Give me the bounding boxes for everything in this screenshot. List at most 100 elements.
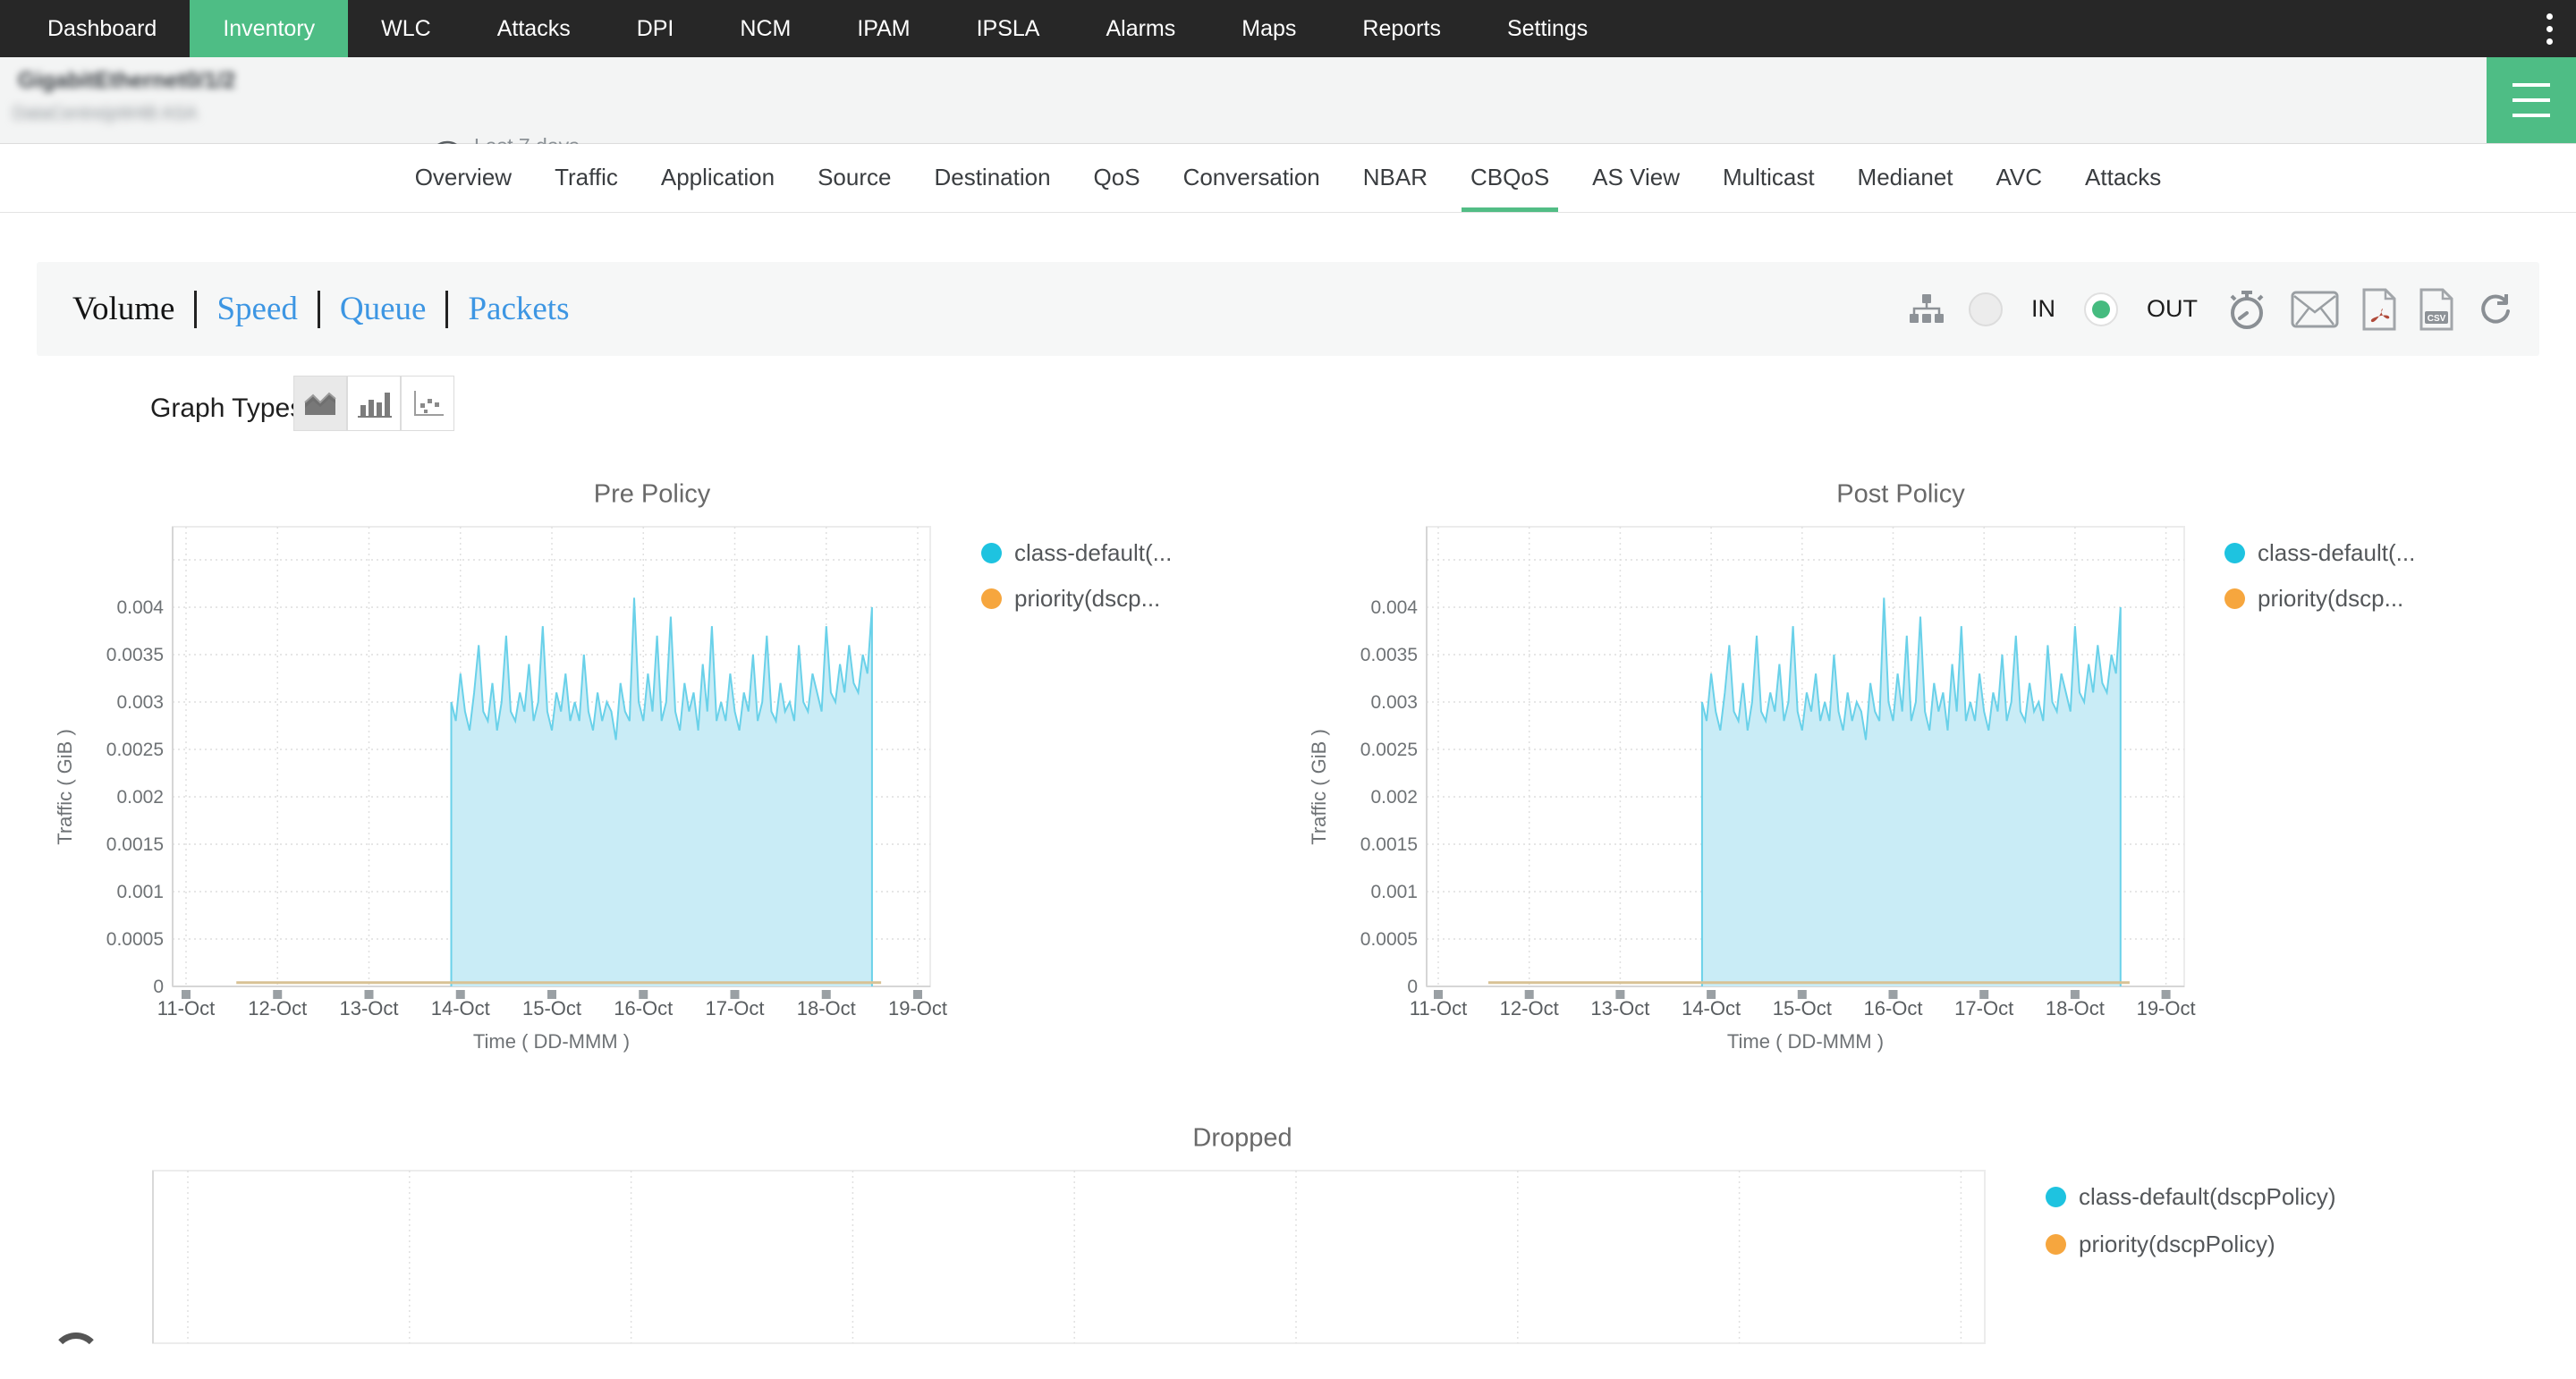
x-tick-marker	[365, 990, 374, 999]
x-tick-marker	[1707, 990, 1716, 999]
legend-item-dropped-priority[interactable]: priority(dscpPolicy)	[2046, 1231, 2275, 1258]
tab-destination[interactable]: Destination	[912, 144, 1072, 212]
y-axis-title: Traffic ( GiB )	[1308, 729, 1330, 845]
metric-link-queue[interactable]: Queue	[338, 290, 428, 328]
nav-item-ipam[interactable]: IPAM	[824, 0, 943, 57]
hamburger-menu-button[interactable]	[2487, 57, 2576, 143]
chart-title-post-policy: Post Policy	[1836, 480, 1964, 510]
direction-in-label: IN	[2031, 295, 2055, 323]
legend-dot	[981, 588, 1002, 609]
legend-item-pre-policy-priority[interactable]: priority(dscp...	[981, 585, 1160, 613]
nav-item-dashboard[interactable]: Dashboard	[14, 0, 190, 57]
nav-item-ncm[interactable]: NCM	[707, 0, 824, 57]
legend-dot	[2046, 1234, 2066, 1255]
graph-type-scatter-button[interactable]	[401, 376, 454, 431]
tab-conversation[interactable]: Conversation	[1162, 144, 1342, 212]
x-tick-marker	[1525, 990, 1534, 999]
chart-title-pre-policy: Pre Policy	[594, 480, 711, 510]
report-tabs: OverviewTrafficApplicationSourceDestinat…	[0, 144, 2576, 213]
legend-item-post-policy-priority[interactable]: priority(dscp...	[2224, 585, 2403, 613]
x-tick-marker	[1798, 990, 1807, 999]
email-icon[interactable]	[2291, 291, 2339, 328]
metric-separator	[194, 291, 197, 328]
metric-link-volume[interactable]: Volume	[71, 290, 176, 328]
metric-links: Volume Speed Queue Packets	[71, 262, 571, 356]
nav-item-ipsla[interactable]: IPSLA	[944, 0, 1073, 57]
nav-item-wlc[interactable]: WLC	[348, 0, 464, 57]
direction-out-radio[interactable]	[2084, 292, 2118, 326]
nav-item-settings[interactable]: Settings	[1474, 0, 1621, 57]
series-area-class-default	[452, 597, 872, 986]
x-tick-label: 14-Oct	[431, 997, 490, 1019]
hierarchy-icon[interactable]	[1908, 291, 1945, 328]
overflow-menu-icon[interactable]	[2546, 0, 2553, 57]
x-tick-label: 11-Oct	[157, 997, 215, 1019]
interface-title: GigabitEthernet0/1/2	[18, 68, 235, 94]
legend-dot	[981, 543, 1002, 563]
x-tick-marker	[1615, 990, 1624, 999]
y-axis-title: Traffic ( GiB )	[54, 729, 76, 845]
x-axis-title: Time ( DD-MMM )	[473, 1030, 630, 1053]
x-tick-label: 18-Oct	[797, 997, 856, 1019]
x-tick-marker	[273, 990, 282, 999]
x-tick-label: 14-Oct	[1682, 997, 1741, 1019]
legend-item-dropped-class-default[interactable]: class-default(dscpPolicy)	[2046, 1183, 2336, 1211]
y-tick-label: 0.002	[1370, 787, 1418, 808]
x-tick-label: 13-Oct	[339, 997, 398, 1019]
tab-avc[interactable]: AVC	[1975, 144, 2064, 212]
legend-dot	[2224, 588, 2245, 609]
y-tick-label: 0.0005	[106, 929, 164, 950]
metric-link-packets[interactable]: Packets	[466, 290, 571, 328]
nav-item-reports[interactable]: Reports	[1329, 0, 1474, 57]
tab-qos[interactable]: QoS	[1072, 144, 1162, 212]
x-tick-label: 11-Oct	[1410, 997, 1467, 1019]
tab-application[interactable]: Application	[640, 144, 796, 212]
pdf-icon[interactable]	[2362, 288, 2396, 331]
plot-border	[153, 1171, 1985, 1343]
chart-dropped	[153, 1171, 1985, 1343]
nav-item-maps[interactable]: Maps	[1208, 0, 1329, 57]
graph-types-label: Graph Types	[150, 393, 303, 424]
refresh-icon[interactable]	[2477, 291, 2514, 328]
x-tick-marker	[456, 990, 465, 999]
nav-item-alarms[interactable]: Alarms	[1072, 0, 1208, 57]
x-tick-label: 12-Oct	[248, 997, 307, 1019]
interface-info-bar: GigabitEthernet0/1/2 DataCentre|pW4B ASA…	[0, 57, 2576, 144]
legend-item-pre-policy-class-default[interactable]: class-default(...	[981, 539, 1172, 567]
nav-item-inventory[interactable]: Inventory	[190, 0, 348, 57]
legend-item-post-policy-class-default[interactable]: class-default(...	[2224, 539, 2415, 567]
graph-type-buttons	[293, 376, 454, 431]
tab-multicast[interactable]: Multicast	[1701, 144, 1836, 212]
direction-in-radio[interactable]	[1969, 292, 2003, 326]
tab-nbar[interactable]: NBAR	[1342, 144, 1449, 212]
csv-icon[interactable]: CSV	[2419, 288, 2453, 331]
tab-medianet[interactable]: Medianet	[1836, 144, 1975, 212]
tab-as-view[interactable]: AS View	[1571, 144, 1701, 212]
tab-traffic[interactable]: Traffic	[533, 144, 640, 212]
metric-separator	[445, 291, 448, 328]
metric-link-speed[interactable]: Speed	[215, 290, 299, 328]
tab-cbqos[interactable]: CBQoS	[1449, 144, 1571, 212]
series-line-class-default	[452, 597, 872, 986]
timer-icon[interactable]	[2226, 287, 2267, 332]
x-tick-label: 12-Oct	[1500, 997, 1559, 1019]
legend-label: class-default(...	[1014, 539, 1172, 567]
x-tick-marker	[1889, 990, 1898, 999]
plot-border	[1427, 527, 2184, 986]
x-tick-label: 15-Oct	[522, 997, 581, 1019]
tab-overview[interactable]: Overview	[394, 144, 533, 212]
x-tick-label: 16-Oct	[614, 997, 673, 1019]
svg-text:CSV: CSV	[2428, 314, 2446, 324]
graph-type-bar-button[interactable]	[347, 376, 401, 431]
tab-attacks[interactable]: Attacks	[2063, 144, 2182, 212]
graph-type-area-button[interactable]	[293, 376, 347, 431]
app-window: DashboardInventoryWLCAttacksDPINCMIPAMIP…	[0, 0, 2576, 1379]
y-tick-label: 0.0025	[1360, 740, 1418, 760]
chart-post-policy: 11-Oct12-Oct13-Oct14-Oct15-Oct16-Oct17-O…	[1308, 527, 2196, 1053]
direction-out-label: OUT	[2147, 295, 2198, 323]
nav-item-attacks[interactable]: Attacks	[464, 0, 604, 57]
x-tick-label: 13-Oct	[1590, 997, 1649, 1019]
tab-source[interactable]: Source	[796, 144, 912, 212]
nav-item-dpi[interactable]: DPI	[604, 0, 708, 57]
plot-border	[173, 527, 930, 986]
